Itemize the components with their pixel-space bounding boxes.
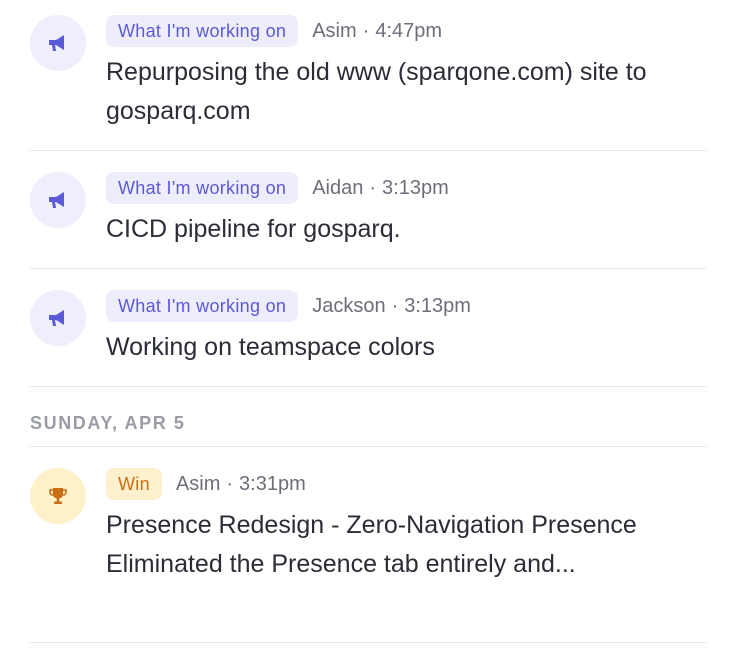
entry-time: 3:13pm	[404, 294, 471, 317]
activity-feed: What I'm working on Asim · 4:47pm Repurp…	[0, 0, 744, 648]
divider	[30, 150, 706, 151]
author-name[interactable]: Asim	[312, 20, 356, 43]
megaphone-icon	[47, 190, 69, 210]
feed-entry[interactable]: What I'm working on Jackson · 3:13pm Wor…	[30, 290, 706, 370]
divider	[30, 642, 706, 643]
day-header: SUNDAY, APR 5	[30, 413, 186, 433]
megaphone-icon	[47, 308, 69, 328]
feed-entry[interactable]: What I'm working on Asim · 4:47pm Repurp…	[30, 15, 706, 135]
entry-meta: What I'm working on Asim · 4:47pm	[106, 15, 442, 47]
entry-time: 3:31pm	[239, 472, 306, 495]
entry-time: 4:47pm	[375, 19, 443, 42]
category-tag[interactable]: What I'm working on	[106, 15, 299, 47]
author-name[interactable]: Jackson	[312, 295, 385, 318]
entry-icon-circle	[30, 172, 86, 228]
entry-icon-circle	[30, 468, 86, 524]
meta-separator: ·	[369, 176, 377, 199]
entry-meta: What I'm working on Aidan · 3:13pm	[106, 172, 449, 204]
entry-icon-circle	[30, 15, 86, 71]
megaphone-icon	[47, 33, 69, 53]
divider	[30, 446, 706, 447]
entry-meta: Win Asim · 3:31pm	[106, 468, 306, 500]
category-tag[interactable]: Win	[106, 468, 162, 500]
entry-text[interactable]: Repurposing the old www (sparqone.com) s…	[106, 53, 716, 131]
author-name[interactable]: Asim	[176, 473, 220, 496]
divider	[30, 268, 706, 269]
entry-text[interactable]: Presence Redesign - Zero-Navigation Pres…	[106, 506, 716, 584]
meta-separator: ·	[226, 472, 234, 495]
author-name[interactable]: Aidan	[312, 177, 363, 200]
entry-text[interactable]: CICD pipeline for gosparq.	[106, 210, 716, 249]
divider	[30, 386, 706, 387]
meta-separator: ·	[391, 294, 399, 317]
feed-entry-win[interactable]: Win Asim · 3:31pm Presence Redesign - Ze…	[30, 468, 706, 628]
trophy-icon	[48, 486, 68, 506]
entry-text[interactable]: Working on teamspace colors	[106, 328, 716, 367]
meta-separator: ·	[362, 19, 370, 42]
entry-meta: What I'm working on Jackson · 3:13pm	[106, 290, 471, 322]
feed-entry[interactable]: What I'm working on Aidan · 3:13pm CICD …	[30, 172, 706, 252]
entry-icon-circle	[30, 290, 86, 346]
category-tag[interactable]: What I'm working on	[106, 172, 299, 204]
entry-time: 3:13pm	[382, 176, 449, 199]
category-tag[interactable]: What I'm working on	[106, 290, 299, 322]
